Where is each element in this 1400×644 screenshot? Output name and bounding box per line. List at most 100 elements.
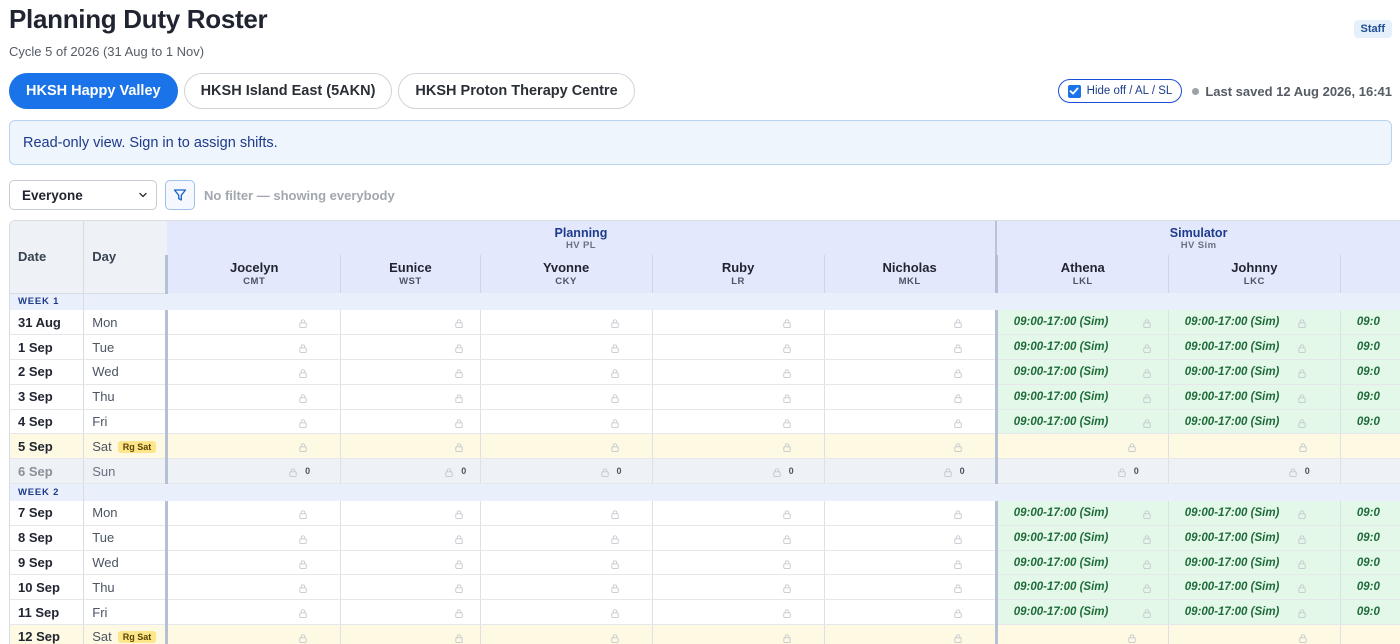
roster-cell[interactable]: 09:00-17:00 (Sim) <box>994 409 1169 435</box>
roster-cell[interactable] <box>479 384 653 410</box>
roster-cell[interactable] <box>651 574 825 601</box>
roster-cell[interactable] <box>340 624 481 644</box>
roster-cell[interactable] <box>994 433 1169 460</box>
roster-cell[interactable] <box>165 574 341 601</box>
roster-cell[interactable]: 09:0 <box>1339 599 1400 626</box>
roster-cell[interactable] <box>651 409 825 435</box>
roster-cell[interactable] <box>165 599 341 626</box>
roster-cell[interactable] <box>1339 624 1400 644</box>
roster-cell[interactable]: 09:00-17:00 (Sim) <box>1167 500 1341 526</box>
roster-cell[interactable] <box>340 599 481 626</box>
roster-cell[interactable] <box>479 624 653 644</box>
roster-cell[interactable]: 09:0 <box>1339 310 1400 336</box>
roster-cell[interactable]: 09:00-17:00 (Sim) <box>994 384 1169 410</box>
roster-cell[interactable]: 09:0 <box>1339 500 1400 526</box>
roster-cell[interactable] <box>479 500 653 526</box>
roster-cell[interactable]: 09:00-17:00 (Sim) <box>1167 359 1341 385</box>
roster-cell[interactable] <box>651 624 825 644</box>
roster-cell[interactable] <box>823 359 997 385</box>
roster-cell[interactable]: 09:00-17:00 (Sim) <box>1167 334 1341 361</box>
roster-cell[interactable]: 09:00-17:00 (Sim) <box>994 550 1169 576</box>
roster-cell[interactable]: 09:00-17:00 (Sim) <box>1167 310 1341 336</box>
roster-cell[interactable] <box>651 550 825 576</box>
roster-cell[interactable] <box>1339 433 1400 460</box>
people-filter-select[interactable]: Everyone <box>9 180 157 210</box>
roster-cell[interactable]: 09:00-17:00 (Sim) <box>994 334 1169 361</box>
roster-cell[interactable] <box>823 599 997 626</box>
roster-cell[interactable] <box>479 525 653 551</box>
roster-cell[interactable] <box>479 310 653 336</box>
roster-cell[interactable] <box>340 433 481 460</box>
tab-happy-valley[interactable]: HKSH Happy Valley <box>9 73 178 109</box>
roster-cell[interactable] <box>1167 433 1341 460</box>
roster-cell[interactable]: 09:00-17:00 (Sim) <box>994 310 1169 336</box>
roster-cell[interactable] <box>823 624 997 644</box>
roster-cell[interactable] <box>479 574 653 601</box>
roster-cell[interactable] <box>1167 624 1341 644</box>
roster-cell[interactable] <box>165 500 341 526</box>
roster-cell[interactable] <box>340 359 481 385</box>
hide-off-toggle[interactable]: Hide off / AL / SL <box>1057 79 1183 103</box>
roster-cell[interactable] <box>651 433 825 460</box>
roster-cell[interactable]: 0 <box>994 458 1169 485</box>
roster-cell[interactable] <box>340 525 481 551</box>
roster-cell[interactable] <box>479 599 653 626</box>
roster-cell[interactable] <box>823 334 997 361</box>
roster-cell[interactable] <box>651 334 825 361</box>
roster-cell[interactable]: 09:0 <box>1339 409 1400 435</box>
roster-cell[interactable] <box>340 409 481 435</box>
roster-cell[interactable] <box>165 525 341 551</box>
roster-cell[interactable] <box>165 359 341 385</box>
roster-cell[interactable] <box>165 384 341 410</box>
roster-cell[interactable] <box>340 550 481 576</box>
roster-cell[interactable]: 09:00-17:00 (Sim) <box>994 525 1169 551</box>
roster-cell[interactable] <box>479 359 653 385</box>
roster-cell[interactable]: 09:0 <box>1339 574 1400 601</box>
tab-island-east[interactable]: HKSH Island East (5AKN) <box>183 73 393 109</box>
roster-cell[interactable] <box>823 525 997 551</box>
roster-cell[interactable] <box>651 525 825 551</box>
roster-cell[interactable] <box>651 310 825 336</box>
roster-cell[interactable] <box>823 500 997 526</box>
roster-cell[interactable]: 09:00-17:00 (Sim) <box>994 574 1169 601</box>
roster-cell[interactable]: 09:0 <box>1339 384 1400 410</box>
roster-cell[interactable]: 0 <box>165 458 341 485</box>
roster-cell[interactable] <box>165 334 341 361</box>
roster-cell[interactable]: 09:00-17:00 (Sim) <box>994 599 1169 626</box>
tab-proton-therapy[interactable]: HKSH Proton Therapy Centre <box>398 73 635 109</box>
roster-cell[interactable] <box>479 433 653 460</box>
roster-cell[interactable] <box>823 550 997 576</box>
roster-cell[interactable]: 09:00-17:00 (Sim) <box>994 500 1169 526</box>
roster-cell[interactable] <box>165 433 341 460</box>
roster-cell[interactable] <box>479 409 653 435</box>
roster-cell[interactable] <box>340 574 481 601</box>
roster-cell[interactable]: 0 <box>479 458 653 485</box>
roster-cell[interactable] <box>1339 458 1400 485</box>
roster-cell[interactable]: 09:00-17:00 (Sim) <box>1167 525 1341 551</box>
roster-cell[interactable] <box>479 550 653 576</box>
roster-cell[interactable] <box>340 384 481 410</box>
roster-cell[interactable] <box>340 500 481 526</box>
roster-cell[interactable] <box>479 334 653 361</box>
roster-cell[interactable]: 09:00-17:00 (Sim) <box>1167 409 1341 435</box>
roster-cell[interactable]: 09:00-17:00 (Sim) <box>1167 599 1341 626</box>
roster-cell[interactable] <box>165 310 341 336</box>
roster-cell[interactable] <box>165 624 341 644</box>
roster-cell[interactable]: 09:0 <box>1339 359 1400 385</box>
roster-cell[interactable] <box>823 574 997 601</box>
roster-cell[interactable] <box>651 359 825 385</box>
roster-cell[interactable] <box>165 409 341 435</box>
roster-cell[interactable]: 09:00-17:00 (Sim) <box>1167 550 1341 576</box>
roster-cell[interactable]: 09:00-17:00 (Sim) <box>994 359 1169 385</box>
roster-cell[interactable]: 0 <box>651 458 825 485</box>
roster-cell[interactable] <box>823 433 997 460</box>
roster-cell[interactable]: 09:00-17:00 (Sim) <box>1167 384 1341 410</box>
roster-cell[interactable] <box>165 550 341 576</box>
roster-cell[interactable] <box>823 409 997 435</box>
roster-cell[interactable]: 09:0 <box>1339 525 1400 551</box>
roster-cell[interactable]: 0 <box>1167 458 1341 485</box>
roster-cell[interactable]: 09:00-17:00 (Sim) <box>1167 574 1341 601</box>
roster-cell[interactable] <box>823 384 997 410</box>
roster-cell[interactable] <box>994 624 1169 644</box>
roster-cell[interactable] <box>651 599 825 626</box>
